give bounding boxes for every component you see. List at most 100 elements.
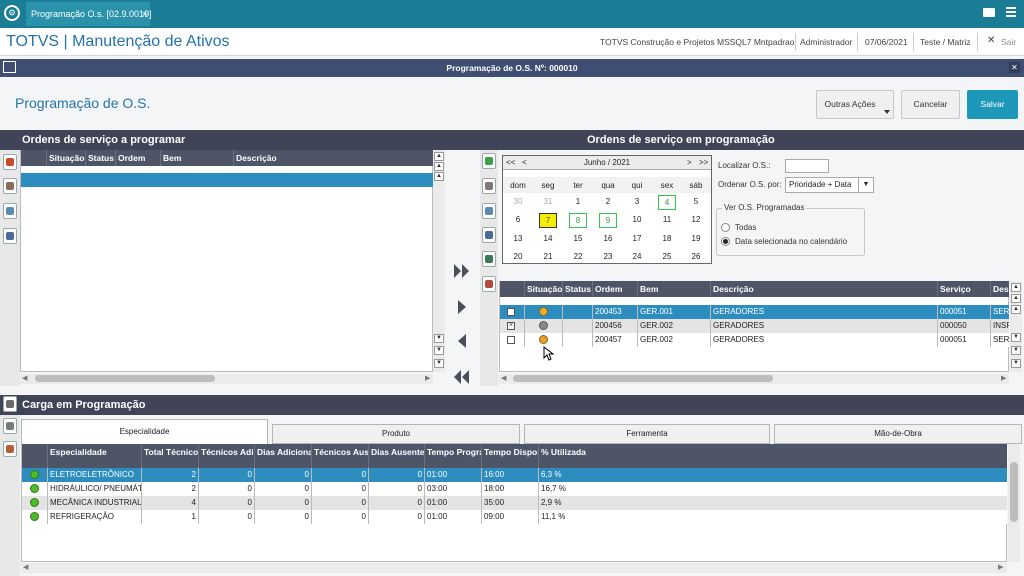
column-header[interactable]: Serviço: [938, 281, 991, 297]
scroll-top-icon[interactable]: ▲: [434, 152, 444, 161]
column-header[interactable]: Técnicos Adicionais: [199, 444, 255, 468]
calendar-day[interactable]: 18: [658, 232, 676, 247]
scroll-right-icon[interactable]: ▶: [998, 563, 1003, 571]
radio-todas[interactable]: [721, 223, 730, 232]
calendar-day[interactable]: 13: [509, 232, 527, 247]
column-header[interactable]: Status: [86, 150, 116, 166]
column-header[interactable]: Tempo Programado: [425, 444, 482, 468]
column-header[interactable]: Ordem: [116, 150, 161, 166]
calendar-day[interactable]: 14: [539, 232, 557, 247]
tab-mao-de-obra[interactable]: Mão-de-Obra: [774, 424, 1022, 444]
user-group-icon[interactable]: [3, 441, 17, 457]
table-row-empty-selected[interactable]: [21, 173, 433, 187]
calendar-day-selected[interactable]: 7: [539, 213, 557, 228]
branch-info[interactable]: Teste / Matriz: [920, 37, 971, 47]
hscroll-thumb[interactable]: [35, 375, 215, 382]
tab-close-icon[interactable]: ×: [142, 2, 147, 26]
scroll-right-icon[interactable]: ▶: [425, 374, 430, 382]
localizar-input[interactable]: [785, 159, 829, 173]
calendar-day-scheduled[interactable]: 9: [599, 213, 617, 228]
print-icon[interactable]: [482, 178, 496, 194]
scroll-down-icon[interactable]: ▼: [434, 346, 444, 355]
filter-icon[interactable]: [3, 228, 17, 244]
search-icon[interactable]: [3, 203, 17, 219]
column-header[interactable]: Des: [991, 281, 1009, 297]
calendar-prev-month[interactable]: <: [522, 158, 527, 167]
chevron-down-icon[interactable]: ▼: [858, 178, 873, 192]
column-header[interactable]: Situação: [525, 281, 563, 297]
scroll-up-icon[interactable]: ▲: [434, 172, 444, 181]
row-checkbox[interactable]: [507, 336, 515, 344]
calendar-day[interactable]: 21: [539, 250, 557, 265]
check-icon[interactable]: [482, 153, 496, 169]
column-header[interactable]: Situação: [47, 150, 86, 166]
totvs-logo-icon[interactable]: ⊙: [4, 5, 20, 21]
calendar-day[interactable]: 16: [599, 232, 617, 247]
search-icon[interactable]: [482, 203, 496, 219]
browser-tab[interactable]: Programação O.s. [02.9.0019]: [26, 2, 152, 26]
scroll-up-icon[interactable]: ▲: [434, 162, 444, 171]
calendar-day[interactable]: 17: [628, 232, 646, 247]
scroll-down-icon[interactable]: ▼: [1011, 333, 1021, 342]
vscroll-thumb[interactable]: [1010, 462, 1018, 522]
table-row[interactable]: HIDRÁULICO/ PNEUMÁTI 2 0 0 0 0 03:00 18:…: [22, 482, 1007, 496]
user-name[interactable]: Administrador: [800, 37, 852, 47]
calendar-day[interactable]: 6: [509, 213, 527, 228]
row-checkbox[interactable]: [507, 308, 515, 316]
move-right-icon[interactable]: [455, 298, 469, 316]
scroll-top-icon[interactable]: ▲: [1011, 283, 1021, 292]
move-all-left-icon[interactable]: [452, 368, 472, 386]
exit-icon[interactable]: ✕: [987, 35, 995, 46]
scroll-right-icon[interactable]: ▶: [1001, 374, 1006, 382]
calendar-day[interactable]: 11: [658, 213, 676, 228]
table-row[interactable]: REFRIGERAÇÃO 1 0 0 0 0 01:00 09:00 11,1 …: [22, 510, 1007, 524]
legend-icon[interactable]: [3, 154, 17, 170]
move-left-icon[interactable]: [455, 332, 469, 350]
tab-especialidade[interactable]: Especialidade: [21, 419, 268, 444]
filter-icon[interactable]: [482, 227, 496, 243]
calendar-day[interactable]: 31: [539, 195, 557, 210]
column-header[interactable]: Status: [563, 281, 593, 297]
header-date[interactable]: 07/06/2021: [865, 37, 908, 47]
report-icon[interactable]: [3, 178, 17, 194]
screen-icon[interactable]: [482, 251, 496, 267]
calendar-next-year[interactable]: >>: [699, 158, 708, 167]
table-row[interactable]: MECÂNICA INDUSTRIAL 4 0 0 0 0 01:00 35:0…: [22, 496, 1007, 510]
calendar-day[interactable]: 10: [628, 213, 646, 228]
calendar-day[interactable]: 15: [569, 232, 587, 247]
chevron-down-icon[interactable]: [884, 110, 890, 114]
calendar-prev-year[interactable]: <<: [506, 158, 515, 167]
exit-label[interactable]: Sair: [1001, 37, 1016, 47]
column-header[interactable]: % Utilizada: [539, 444, 1007, 468]
cancel-button[interactable]: Cancelar: [901, 90, 960, 119]
column-header[interactable]: Dias Ausentes: [369, 444, 425, 468]
print-icon[interactable]: [3, 418, 17, 434]
calendar-day[interactable]: 24: [628, 250, 646, 265]
calendar-day[interactable]: 25: [658, 250, 676, 265]
column-header[interactable]: Bem: [161, 150, 234, 166]
column-header[interactable]: Descrição: [711, 281, 938, 297]
calendar-day[interactable]: 12: [687, 213, 705, 228]
scroll-left-icon[interactable]: ◀: [501, 374, 506, 382]
tab-ferramenta[interactable]: Ferramenta: [524, 424, 770, 444]
column-header[interactable]: Total Técnicos: [142, 444, 199, 468]
calendar-day[interactable]: 20: [509, 250, 527, 265]
table-row[interactable]: 200457 GER.002 GERADORES 000051 SERV: [500, 333, 1009, 347]
calendar-day-scheduled[interactable]: 8: [569, 213, 587, 228]
company-info[interactable]: TOTVS Construção e Projetos MSSQL7 Mntpa…: [600, 37, 795, 47]
calendar-day[interactable]: 19: [687, 232, 705, 247]
report-icon[interactable]: [482, 276, 496, 292]
move-all-right-icon[interactable]: [452, 262, 472, 280]
column-header[interactable]: Bem: [638, 281, 711, 297]
table-row[interactable]: 200456 GER.002 GERADORES 000050 INSP: [500, 319, 1009, 333]
menu-icon[interactable]: [1006, 7, 1016, 19]
calendar-day[interactable]: 30: [509, 195, 527, 210]
filter-icon[interactable]: [3, 396, 17, 412]
calendar-day[interactable]: 26: [687, 250, 705, 265]
calendar-day-scheduled[interactable]: 4: [658, 195, 676, 210]
save-button[interactable]: Salvar: [967, 90, 1018, 119]
scroll-up-icon[interactable]: ▲: [1011, 305, 1021, 314]
radio-data-selecionada[interactable]: [721, 237, 730, 246]
carga-grid-hscroll[interactable]: [21, 563, 1007, 573]
scroll-up-icon[interactable]: ▲: [1011, 294, 1021, 303]
